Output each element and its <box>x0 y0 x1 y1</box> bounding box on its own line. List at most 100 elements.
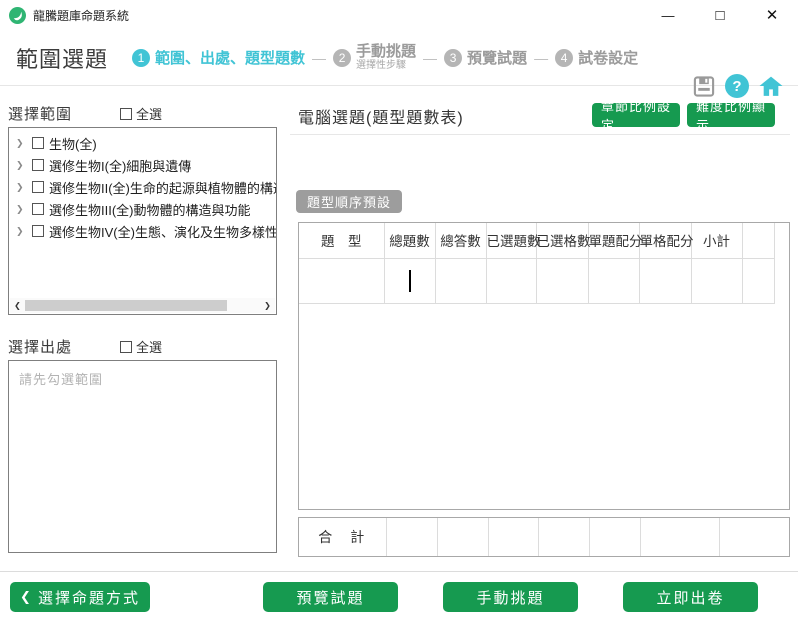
expand-chevron-icon[interactable]: ❯ <box>16 182 26 193</box>
source-select-all[interactable]: 全選 <box>120 337 162 356</box>
scrollbar-thumb[interactable] <box>25 300 228 311</box>
scroll-left-arrow-icon[interactable]: ❮ <box>10 298 25 313</box>
back-to-mode-button[interactable]: ❮ 選擇命題方式 <box>10 582 150 612</box>
scroll-right-arrow-icon[interactable]: ❯ <box>260 298 275 313</box>
cell-total-questions[interactable] <box>384 258 436 304</box>
col-extra <box>742 223 775 259</box>
total-value-cell <box>488 518 539 556</box>
save-icon[interactable] <box>692 75 716 98</box>
total-value-cell <box>437 518 489 556</box>
help-icon[interactable]: ? <box>725 74 749 98</box>
tree-item-elective-1[interactable]: ❯ 選修生物I(全)細胞與遺傳 <box>9 154 276 176</box>
expand-chevron-icon[interactable]: ❯ <box>16 226 26 237</box>
window-controls: — □ ✕ <box>642 0 798 30</box>
cell-points-per-blank[interactable] <box>639 258 692 304</box>
window-title: 龍騰題庫命題系統 <box>33 8 130 23</box>
col-points-per-question: 單題配分 <box>588 223 643 259</box>
step-2-sublabel: 選擇性步驟 <box>356 60 407 72</box>
total-value-cell <box>538 518 590 556</box>
manual-pick-button[interactable]: 手動挑題 <box>443 582 578 612</box>
col-total-questions: 總題數 <box>384 223 436 259</box>
total-row-table: 合 計 <box>298 517 790 557</box>
cell-subtotal[interactable] <box>691 258 743 304</box>
total-value-cell <box>386 518 438 556</box>
cell-extra[interactable] <box>742 258 775 304</box>
expand-chevron-icon[interactable]: ❯ <box>16 204 26 215</box>
step-divider: — <box>423 49 438 66</box>
total-label-cell: 合 計 <box>299 518 387 556</box>
range-panel-title: 選擇範圍 <box>8 106 73 123</box>
footer-divider <box>0 571 798 572</box>
horizontal-scrollbar[interactable]: ❮ ❯ <box>10 298 275 313</box>
home-icon[interactable] <box>758 75 784 98</box>
cell-question-type[interactable] <box>299 258 385 304</box>
total-value-cell <box>589 518 641 556</box>
table-header-row: 題 型 總題數 總答數 已選題數 已選格數 單題配分 單格配分 小計 <box>299 223 775 259</box>
tree-item-biology-all[interactable]: ❯ 生物(全) <box>9 132 276 154</box>
range-tree: ❯ 生物(全) ❯ 選修生物I(全)細胞與遺傳 ❯ 選修生物II(全)生命的起源… <box>8 127 277 315</box>
tree-item-elective-4[interactable]: ❯ 選修生物IV(全)生態、演化及生物多樣性 <box>9 220 276 242</box>
col-selected-blanks: 已選格數 <box>536 223 591 259</box>
total-row: 合 計 <box>299 518 789 556</box>
step-3-label: 預覽試題 <box>467 50 528 67</box>
cell-selected-blanks[interactable] <box>536 258 589 304</box>
tree-item-label: 選修生物II(全)生命的起源與植物體的構造 <box>49 180 277 196</box>
back-chevron-icon: ❮ <box>20 589 31 604</box>
range-select-all-checkbox[interactable] <box>120 107 133 120</box>
col-subtotal: 小計 <box>691 223 743 259</box>
page-title: 範圍選題 <box>16 46 109 72</box>
step-1-label: 範圍、出處、題型題數 <box>155 50 306 67</box>
expand-chevron-icon[interactable]: ❯ <box>16 160 26 171</box>
tree-item-checkbox[interactable] <box>32 159 44 171</box>
preview-questions-button[interactable]: 預覽試題 <box>263 582 398 612</box>
text-cursor <box>408 269 411 292</box>
step-4-label: 試卷設定 <box>578 50 639 67</box>
tree-item-label: 選修生物III(全)動物體的構造與功能 <box>49 202 251 218</box>
tree-item-label: 生物(全) <box>49 136 97 152</box>
cell-selected-questions[interactable] <box>486 258 537 304</box>
source-list: 請先勾選範圍 <box>8 360 277 553</box>
total-value-cell <box>719 518 789 556</box>
step-1-badge: 1 <box>132 48 151 67</box>
expand-chevron-icon[interactable]: ❯ <box>16 138 26 149</box>
col-total-answers: 總答數 <box>435 223 487 259</box>
tree-item-checkbox[interactable] <box>32 203 44 215</box>
chapter-ratio-button[interactable]: 章節比例設定 <box>592 99 680 133</box>
app-window: 龍騰題庫命題系統 — □ ✕ 範圍選題 1 範圍、出處、題型題數 — 2 手動挑… <box>0 0 798 621</box>
scrollbar-track[interactable] <box>25 298 260 313</box>
generate-paper-button[interactable]: 立即出卷 <box>623 582 758 612</box>
tree-item-label: 選修生物IV(全)生態、演化及生物多樣性 <box>49 224 277 240</box>
tree-item-checkbox[interactable] <box>32 137 44 149</box>
tree-item-elective-2[interactable]: ❯ 選修生物II(全)生命的起源與植物體的構造 <box>9 176 276 198</box>
tree-item-elective-3[interactable]: ❯ 選修生物III(全)動物體的構造與功能 <box>9 198 276 220</box>
maximize-button[interactable]: □ <box>694 0 746 30</box>
header-icons: ? <box>692 74 784 98</box>
range-select-all[interactable]: 全選 <box>120 104 162 123</box>
step-4-badge: 4 <box>555 48 574 67</box>
step-2-manual-pick[interactable]: 2 手動挑題 選擇性步驟 <box>333 43 416 72</box>
source-placeholder-text: 請先勾選範圍 <box>19 372 104 387</box>
table-data-row <box>299 258 775 304</box>
source-select-all-label: 全選 <box>136 340 163 355</box>
step-2-badge: 2 <box>333 48 352 67</box>
tree-item-checkbox[interactable] <box>32 181 44 193</box>
tree-item-label: 選修生物I(全)細胞與遺傳 <box>49 158 192 174</box>
difficulty-ratio-button[interactable]: 難度比例顯示 <box>687 99 775 133</box>
range-select-all-label: 全選 <box>136 107 163 122</box>
step-3-preview[interactable]: 3 預覽試題 <box>444 47 527 68</box>
question-type-table: 題 型 總題數 總答數 已選題數 已選格數 單題配分 單格配分 小計 <box>298 222 790 510</box>
tree-item-checkbox[interactable] <box>32 225 44 237</box>
source-panel-title: 選擇出處 <box>8 339 73 356</box>
question-type-order-preset-button[interactable]: 題型順序預設 <box>296 190 403 213</box>
wizard-steps: 1 範圍、出處、題型題數 — 2 手動挑題 選擇性步驟 — 3 預覽試題 — 4… <box>132 43 638 72</box>
source-select-all-checkbox[interactable] <box>120 340 133 353</box>
col-question-type: 題 型 <box>299 223 385 259</box>
page-header: 範圍選題 1 範圍、出處、題型題數 — 2 手動挑題 選擇性步驟 — 3 預覽試… <box>0 30 798 98</box>
step-4-paper-settings[interactable]: 4 試卷設定 <box>555 47 638 68</box>
cell-points-per-question[interactable] <box>588 258 640 304</box>
cell-total-answers[interactable] <box>435 258 487 304</box>
step-1-range[interactable]: 1 範圍、出處、題型題數 <box>132 47 305 68</box>
step-divider: — <box>534 49 549 66</box>
close-button[interactable]: ✕ <box>746 0 798 30</box>
minimize-button[interactable]: — <box>642 0 694 30</box>
